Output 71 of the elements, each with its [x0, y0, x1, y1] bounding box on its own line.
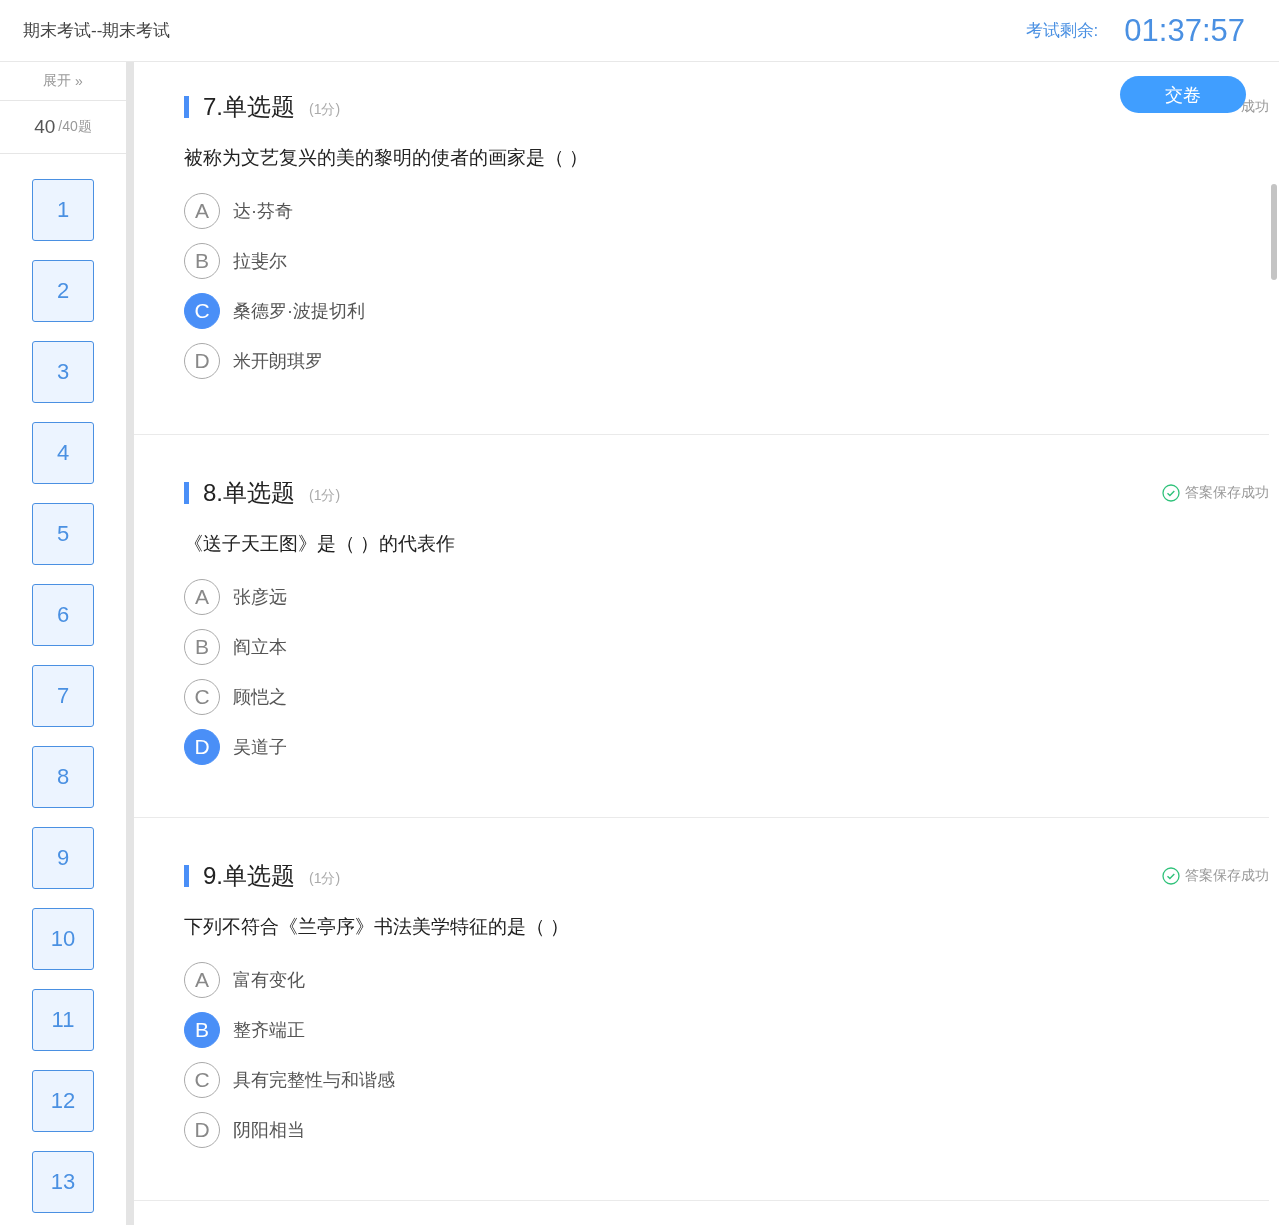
- answer-option[interactable]: C 具有完整性与和谐感: [184, 1062, 1269, 1098]
- question-text: 《送子天王图》是（ ）的代表作: [184, 532, 457, 556]
- option-radio[interactable]: C: [184, 1062, 220, 1098]
- answer-option[interactable]: C 桑德罗·波提切利: [184, 293, 1269, 329]
- answer-option[interactable]: B 阎立本: [184, 629, 1269, 665]
- answer-option[interactable]: A 张彦远: [184, 579, 1269, 615]
- exam-title: 期末考试--期末考试: [23, 20, 172, 42]
- question-number-button[interactable]: 5: [32, 503, 94, 565]
- option-radio[interactable]: A: [184, 579, 220, 615]
- option-radio[interactable]: D: [184, 343, 220, 379]
- question-text: 被称为文艺复兴的美的黎明的使者的画家是（ ）: [184, 146, 590, 170]
- question-number-button[interactable]: 3: [32, 341, 94, 403]
- double-chevron-icon[interactable]: »: [75, 73, 83, 89]
- scrollbar-thumb[interactable]: [1271, 184, 1277, 280]
- question-number-button[interactable]: 4: [32, 422, 94, 484]
- timer-label: 考试剩余:: [1025, 20, 1099, 42]
- answer-option[interactable]: B 拉斐尔: [184, 243, 1269, 279]
- save-status: 答案保存成功: [1185, 484, 1269, 502]
- answer-option[interactable]: D 吴道子: [184, 729, 1269, 765]
- answer-option[interactable]: B 整齐端正: [184, 1012, 1269, 1048]
- option-label[interactable]: 整齐端正: [233, 1018, 305, 1042]
- option-label[interactable]: 富有变化: [233, 968, 305, 992]
- option-label[interactable]: 达·芬奇: [233, 199, 293, 223]
- option-radio[interactable]: B: [184, 629, 220, 665]
- title-accent-bar: [184, 96, 189, 118]
- option-label[interactable]: 吴道子: [233, 735, 287, 759]
- question-number-button[interactable]: 12: [32, 1070, 94, 1132]
- question-number-button[interactable]: 9: [32, 827, 94, 889]
- expand-link[interactable]: 展开: [43, 72, 72, 90]
- question-title: 8.单选题: [203, 478, 295, 508]
- answered-count: 40: [34, 116, 56, 138]
- question-number-button[interactable]: 6: [32, 584, 94, 646]
- option-radio[interactable]: B: [184, 243, 220, 279]
- countdown-timer: 01:37:57: [1124, 12, 1245, 49]
- option-radio[interactable]: A: [184, 962, 220, 998]
- option-label[interactable]: 阴阳相当: [233, 1118, 305, 1142]
- option-label[interactable]: 米开朗琪罗: [233, 349, 323, 373]
- total-count: /40题: [58, 118, 92, 136]
- question-number-button[interactable]: 1: [32, 179, 94, 241]
- title-accent-bar: [184, 865, 189, 887]
- option-label[interactable]: 张彦远: [233, 585, 287, 609]
- answer-option[interactable]: A 达·芬奇: [184, 193, 1269, 229]
- option-label[interactable]: 顾恺之: [233, 685, 287, 709]
- question-number-button[interactable]: 11: [32, 989, 94, 1051]
- option-radio[interactable]: D: [184, 1112, 220, 1148]
- question-number-button[interactable]: 10: [32, 908, 94, 970]
- question-number-button[interactable]: 8: [32, 746, 94, 808]
- question-text: 下列不符合《兰亭序》书法美学特征的是（ ）: [184, 915, 571, 939]
- question-score: (1分): [309, 870, 341, 888]
- option-label[interactable]: 具有完整性与和谐感: [233, 1068, 395, 1092]
- question-score: (1分): [309, 101, 341, 119]
- option-radio[interactable]: B: [184, 1012, 220, 1048]
- option-label[interactable]: 阎立本: [233, 635, 287, 659]
- option-radio[interactable]: C: [184, 679, 220, 715]
- answer-option[interactable]: C 顾恺之: [184, 679, 1269, 715]
- save-status: 答案保存成功: [1185, 867, 1269, 885]
- question-title: 9.单选题: [203, 861, 295, 891]
- question-title: 7.单选题: [203, 92, 295, 122]
- title-accent-bar: [184, 482, 189, 504]
- option-radio[interactable]: A: [184, 193, 220, 229]
- option-radio[interactable]: D: [184, 729, 220, 765]
- answer-option[interactable]: D 阴阳相当: [184, 1112, 1269, 1148]
- question-number-button[interactable]: 2: [32, 260, 94, 322]
- question-number-button[interactable]: 13: [32, 1151, 94, 1213]
- option-label[interactable]: 桑德罗·波提切利: [233, 299, 365, 323]
- answer-option[interactable]: D 米开朗琪罗: [184, 343, 1269, 379]
- answer-option[interactable]: A 富有变化: [184, 962, 1269, 998]
- question-number-button[interactable]: 7: [32, 665, 94, 727]
- option-label[interactable]: 拉斐尔: [233, 249, 287, 273]
- option-radio[interactable]: C: [184, 293, 220, 329]
- question-score: (1分): [309, 487, 341, 505]
